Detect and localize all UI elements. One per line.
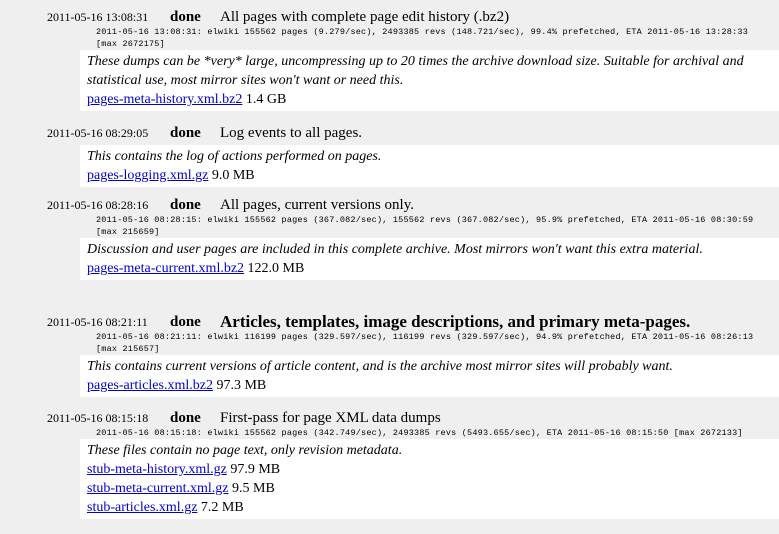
file-entry: pages-logging.xml.gz 9.0 MB: [87, 166, 779, 185]
file-size: 122.0 MB: [247, 261, 305, 276]
job-timestamp: 2011-05-16 08:28:16: [47, 198, 149, 212]
job-progress: 2011-05-16 08:28:15: elwiki 155562 pages…: [96, 215, 759, 237]
job-timestamp: 2011-05-16 08:29:05: [47, 126, 149, 140]
job-header: 2011-05-16 13:08:31 done All pages with …: [40, 9, 779, 25]
job-title: All pages with complete page edit histor…: [220, 9, 510, 25]
job-timestamp: 2011-05-16 08:15:18: [47, 411, 149, 425]
job-status: done: [170, 197, 201, 213]
job-details: This contains the log of actions perform…: [80, 145, 779, 187]
job-timestamp: 2011-05-16 13:08:31: [47, 10, 149, 24]
file-link[interactable]: pages-meta-current.xml.bz2: [87, 261, 244, 276]
job-description: Discussion and user pages are included i…: [87, 242, 703, 257]
file-size: 1.4 GB: [245, 92, 287, 107]
job-header: 2011-05-16 08:29:05 done Log events to a…: [40, 125, 779, 141]
file-link[interactable]: pages-meta-history.xml.bz2: [87, 92, 242, 107]
job-details: Discussion and user pages are included i…: [80, 238, 779, 280]
file-entry: pages-meta-history.xml.bz2 1.4 GB: [87, 90, 779, 109]
job-details: This contains current versions of articl…: [80, 355, 779, 397]
job-progress: 2011-05-16 13:08:31: elwiki 155562 pages…: [96, 27, 754, 49]
file-entry: stub-meta-history.xml.gz 97.9 MB: [87, 460, 779, 479]
job-description: This contains current versions of articl…: [87, 359, 673, 374]
dump-job-meta-current: 2011-05-16 08:28:16 done All pages, curr…: [40, 197, 779, 280]
job-progress: 2011-05-16 08:21:11: elwiki 116199 pages…: [96, 332, 759, 354]
job-details: These files contain no page text, only r…: [80, 439, 779, 519]
file-entry: pages-meta-current.xml.bz2 122.0 MB: [87, 259, 779, 278]
job-description: These files contain no page text, only r…: [87, 443, 403, 458]
file-link[interactable]: stub-meta-history.xml.gz: [87, 462, 227, 477]
dump-job-articles: 2011-05-16 08:21:11 done Articles, templ…: [40, 312, 779, 397]
file-size: 9.5 MB: [232, 481, 275, 496]
job-title: Log events to all pages.: [220, 125, 363, 141]
file-size: 97.9 MB: [230, 462, 281, 477]
job-title: Articles, templates, image descriptions,…: [220, 312, 691, 331]
file-link[interactable]: stub-articles.xml.gz: [87, 500, 197, 515]
file-size: 97.3 MB: [216, 378, 267, 393]
job-description: These dumps can be *very* large, uncompr…: [87, 54, 744, 88]
file-size: 7.2 MB: [200, 500, 244, 515]
dump-job-logging: 2011-05-16 08:29:05 done Log events to a…: [40, 125, 779, 187]
job-progress: 2011-05-16 08:15:18: elwiki 155562 pages…: [96, 428, 743, 438]
file-link[interactable]: pages-logging.xml.gz: [87, 168, 208, 183]
dump-job-stubs: 2011-05-16 08:15:18 done First-pass for …: [40, 410, 779, 519]
job-description: This contains the log of actions perform…: [87, 149, 382, 164]
job-header: 2011-05-16 08:21:11 done Articles, templ…: [40, 312, 779, 331]
job-timestamp: 2011-05-16 08:21:11: [47, 315, 148, 329]
file-entry: pages-articles.xml.bz2 97.3 MB: [87, 376, 779, 395]
file-link[interactable]: stub-meta-current.xml.gz: [87, 481, 229, 496]
dump-job-meta-history: 2011-05-16 13:08:31 done All pages with …: [40, 9, 779, 111]
job-header: 2011-05-16 08:28:16 done All pages, curr…: [40, 197, 779, 213]
file-size: 9.0 MB: [211, 168, 255, 183]
file-entry: stub-articles.xml.gz 7.2 MB: [87, 498, 779, 517]
job-details: These dumps can be *very* large, uncompr…: [80, 50, 779, 111]
job-title: First-pass for page XML data dumps: [220, 410, 441, 426]
job-status: done: [170, 314, 201, 330]
job-title: All pages, current versions only.: [220, 197, 414, 213]
job-status: done: [170, 9, 201, 25]
job-status: done: [170, 125, 201, 141]
file-link[interactable]: pages-articles.xml.bz2: [87, 378, 213, 393]
file-entry: stub-meta-current.xml.gz 9.5 MB: [87, 479, 779, 498]
job-status: done: [170, 410, 201, 426]
job-header: 2011-05-16 08:15:18 done First-pass for …: [40, 410, 779, 426]
